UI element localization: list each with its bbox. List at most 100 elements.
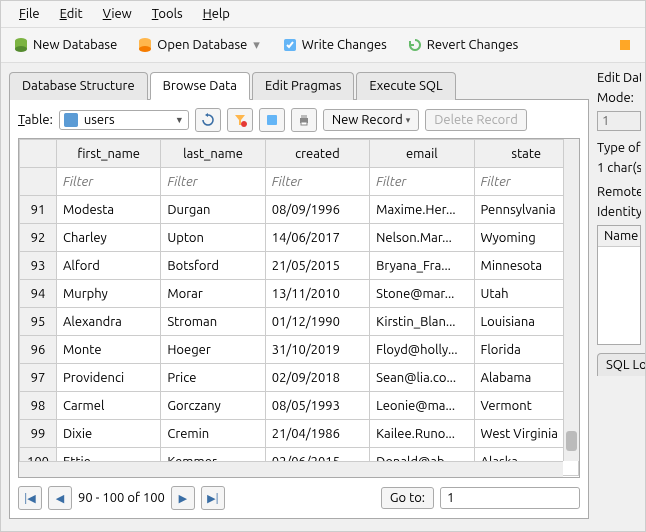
row-number[interactable]: 94 [20, 280, 57, 308]
cell-first-name[interactable]: Modesta [56, 196, 160, 224]
cell-email[interactable]: Floyd@holly... [370, 336, 474, 364]
cell-last-name[interactable]: Botsford [161, 252, 265, 280]
prev-page-button[interactable]: ◀ [48, 486, 72, 510]
mode-label: Mode: [597, 91, 641, 105]
table-row[interactable]: 97 Providenci Price 02/09/2018 Sean@lia.… [20, 364, 579, 392]
goto-input[interactable] [440, 487, 580, 509]
refresh-button[interactable] [195, 108, 221, 132]
cell-first-name[interactable]: Alexandra [56, 308, 160, 336]
tab-database-structure[interactable]: Database Structure [9, 72, 148, 100]
cell-created[interactable]: 21/04/1986 [265, 420, 369, 448]
save-table-button[interactable] [259, 108, 285, 132]
col-first-name[interactable]: first_name [56, 140, 160, 168]
delete-record-button[interactable]: Delete Record [425, 109, 527, 131]
table-select-value: users [84, 113, 169, 127]
cell-first-name[interactable]: Monte [56, 336, 160, 364]
toolbar-overflow[interactable] [613, 34, 637, 56]
write-changes-label: Write Changes [302, 38, 387, 52]
cell-last-name[interactable]: Price [161, 364, 265, 392]
col-email[interactable]: email [370, 140, 474, 168]
cell-preview[interactable]: 1 [597, 111, 641, 131]
table-icon [64, 113, 78, 127]
cell-email[interactable]: Nelson.Mar... [370, 224, 474, 252]
type-info: Type of [597, 141, 641, 155]
cell-email[interactable]: Stone@mar... [370, 280, 474, 308]
row-number[interactable]: 96 [20, 336, 57, 364]
col-created[interactable]: created [265, 140, 369, 168]
cell-email[interactable]: Sean@lia.co... [370, 364, 474, 392]
cell-last-name[interactable]: Stroman [161, 308, 265, 336]
cell-last-name[interactable]: Gorczany [161, 392, 265, 420]
revert-changes-button[interactable]: Revert Changes [403, 34, 523, 56]
table-row[interactable]: 96 Monte Hoeger 31/10/2019 Floyd@holly..… [20, 336, 579, 364]
cell-first-name[interactable]: Providenci [56, 364, 160, 392]
menu-help[interactable]: Help [193, 4, 240, 24]
table-row[interactable]: 94 Murphy Morar 13/11/2010 Stone@mar... … [20, 280, 579, 308]
new-database-button[interactable]: New Database [9, 34, 121, 56]
menu-edit[interactable]: Edit [50, 4, 93, 24]
next-page-button[interactable]: ▶ [171, 486, 195, 510]
cell-created[interactable]: 31/10/2019 [265, 336, 369, 364]
cell-last-name[interactable]: Durgan [161, 196, 265, 224]
tab-execute-sql[interactable]: Execute SQL [356, 72, 455, 100]
cell-first-name[interactable]: Alford [56, 252, 160, 280]
table-row[interactable]: 98 Carmel Gorczany 08/05/1993 Leonie@ma.… [20, 392, 579, 420]
cell-created[interactable]: 21/05/2015 [265, 252, 369, 280]
row-number[interactable]: 91 [20, 196, 57, 224]
row-number[interactable]: 98 [20, 392, 57, 420]
table-select[interactable]: users ▼ [59, 110, 189, 130]
filter-first-name[interactable] [57, 171, 160, 193]
dropdown-arrow-icon[interactable]: ▾ [251, 38, 262, 53]
cell-email[interactable]: Bryana_Fra... [370, 252, 474, 280]
cell-last-name[interactable]: Cremin [161, 420, 265, 448]
filter-email[interactable] [370, 171, 473, 193]
horizontal-scrollbar[interactable] [19, 461, 563, 477]
row-number[interactable]: 93 [20, 252, 57, 280]
menu-tools[interactable]: Tools [142, 4, 193, 24]
cell-created[interactable]: 08/05/1993 [265, 392, 369, 420]
row-number[interactable]: 99 [20, 420, 57, 448]
last-page-button[interactable]: ▶| [201, 486, 225, 510]
menu-file[interactable]: File [9, 4, 50, 24]
cell-last-name[interactable]: Hoeger [161, 336, 265, 364]
table-row[interactable]: 92 Charley Upton 14/06/2017 Nelson.Mar..… [20, 224, 579, 252]
tab-browse-data[interactable]: Browse Data [150, 72, 250, 100]
cell-last-name[interactable]: Upton [161, 224, 265, 252]
menu-view[interactable]: View [93, 4, 142, 24]
tab-edit-pragmas[interactable]: Edit Pragmas [252, 72, 354, 100]
print-button[interactable] [291, 108, 317, 132]
clear-filters-button[interactable] [227, 108, 253, 132]
cell-created[interactable]: 01/12/1990 [265, 308, 369, 336]
filter-last-name[interactable] [161, 171, 264, 193]
vertical-scrollbar[interactable] [563, 139, 579, 461]
table-row[interactable]: 95 Alexandra Stroman 01/12/1990 Kirstin_… [20, 308, 579, 336]
cell-first-name[interactable]: Charley [56, 224, 160, 252]
table-row[interactable]: 93 Alford Botsford 21/05/2015 Bryana_Fra… [20, 252, 579, 280]
filter-created[interactable] [266, 171, 369, 193]
cell-first-name[interactable]: Dixie [56, 420, 160, 448]
identity-list[interactable]: Name [597, 225, 641, 345]
cell-email[interactable]: Leonie@ma... [370, 392, 474, 420]
open-database-button[interactable]: Open Database ▾ [133, 34, 266, 56]
first-page-button[interactable]: |◀ [18, 486, 42, 510]
write-changes-button[interactable]: Write Changes [278, 34, 391, 56]
col-last-name[interactable]: last_name [161, 140, 265, 168]
cell-created[interactable]: 14/06/2017 [265, 224, 369, 252]
cell-last-name[interactable]: Morar [161, 280, 265, 308]
table-row[interactable]: 99 Dixie Cremin 21/04/1986 Kailee.Runo..… [20, 420, 579, 448]
cell-email[interactable]: Kirstin_Blan... [370, 308, 474, 336]
cell-email[interactable]: Kailee.Runo... [370, 420, 474, 448]
cell-first-name[interactable]: Carmel [56, 392, 160, 420]
cell-created[interactable]: 13/11/2010 [265, 280, 369, 308]
cell-email[interactable]: Maxime.Her... [370, 196, 474, 224]
cell-created[interactable]: 08/09/1996 [265, 196, 369, 224]
cell-created[interactable]: 02/09/2018 [265, 364, 369, 392]
row-number[interactable]: 92 [20, 224, 57, 252]
row-number[interactable]: 97 [20, 364, 57, 392]
table-row[interactable]: 91 Modesta Durgan 08/09/1996 Maxime.Her.… [20, 196, 579, 224]
new-record-button[interactable]: New Record▾ [323, 109, 419, 131]
cell-first-name[interactable]: Murphy [56, 280, 160, 308]
goto-button[interactable]: Go to: [381, 487, 434, 509]
sql-log-tab[interactable]: SQL Lo [597, 353, 645, 376]
row-number[interactable]: 95 [20, 308, 57, 336]
